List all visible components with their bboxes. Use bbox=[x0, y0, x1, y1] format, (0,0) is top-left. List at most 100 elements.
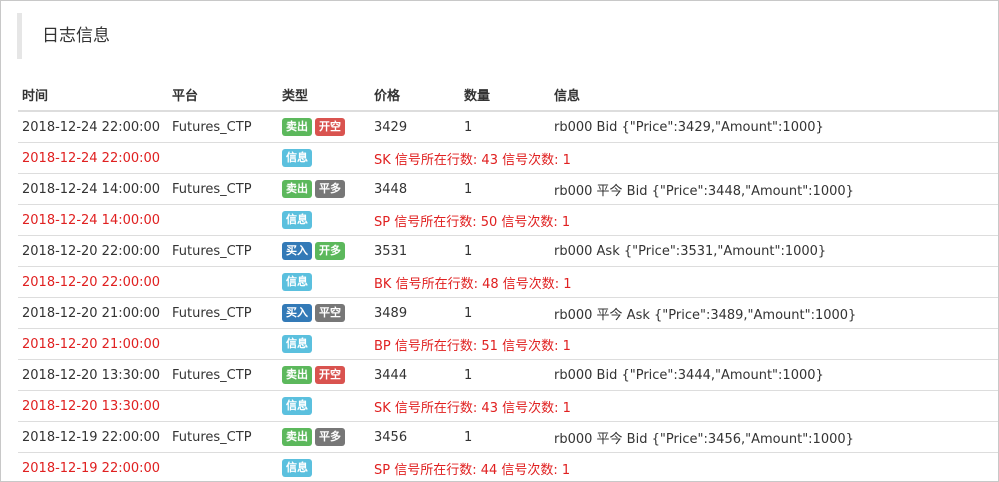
log-time: 2018-12-19 22:00:00 bbox=[18, 452, 168, 481]
log-message: rb000 Ask {"Price":3531,"Amount":1000} bbox=[550, 235, 998, 267]
log-type: 卖出 开空 bbox=[278, 359, 370, 391]
log-type: 卖出 开空 bbox=[278, 111, 370, 143]
log-message: SP 信号所在行数: 50 信号次数: 1 bbox=[370, 204, 998, 236]
log-type: 买入 平空 bbox=[278, 297, 370, 329]
column-header-message: 信息 bbox=[550, 78, 998, 112]
column-header-type: 类型 bbox=[278, 78, 370, 112]
log-info-row: 2018-12-20 22:00:00 信息 BK 信号所在行数: 48 信号次数:… bbox=[18, 266, 998, 298]
direction-badge: 平空 bbox=[315, 304, 345, 322]
direction-badge: 平多 bbox=[315, 428, 345, 446]
log-message: rb000 Bid {"Price":3429,"Amount":1000} bbox=[550, 111, 998, 143]
info-badge: 信息 bbox=[282, 459, 312, 477]
panel-title: 日志信息 bbox=[17, 13, 317, 59]
log-platform: Futures_CTP bbox=[168, 421, 278, 453]
log-type: 信息 bbox=[278, 452, 370, 481]
log-platform: Futures_CTP bbox=[168, 173, 278, 205]
direction-badge: 开空 bbox=[315, 366, 345, 384]
log-price: 3448 bbox=[370, 173, 460, 205]
log-time: 2018-12-20 22:00:00 bbox=[18, 266, 168, 298]
log-message: rb000 平今 Ask {"Price":3489,"Amount":1000… bbox=[550, 297, 998, 329]
column-header-amount: 数量 bbox=[460, 78, 550, 112]
info-badge: 信息 bbox=[282, 335, 312, 353]
log-message: rb000 平今 Bid {"Price":3448,"Amount":1000… bbox=[550, 173, 998, 205]
log-message: SP 信号所在行数: 44 信号次数: 1 bbox=[370, 452, 998, 481]
log-platform bbox=[168, 142, 278, 174]
log-type: 卖出 平多 bbox=[278, 173, 370, 205]
log-time: 2018-12-24 22:00:00 bbox=[18, 142, 168, 174]
log-amount: 1 bbox=[460, 173, 550, 205]
action-badge: 卖出 bbox=[282, 118, 312, 136]
direction-badge: 开多 bbox=[315, 242, 345, 260]
log-platform: Futures_CTP bbox=[168, 111, 278, 143]
log-order-row: 2018-12-19 22:00:00 Futures_CTP 卖出 平多 3456 1 r… bbox=[18, 421, 998, 453]
log-order-row: 2018-12-20 22:00:00 Futures_CTP 买入 开多 3531 1 r… bbox=[18, 235, 998, 267]
log-platform bbox=[168, 452, 278, 481]
log-type: 信息 bbox=[278, 266, 370, 298]
log-time: 2018-12-20 13:30:00 bbox=[18, 390, 168, 422]
log-price: 3489 bbox=[370, 297, 460, 329]
action-badge: 买入 bbox=[282, 304, 312, 322]
column-header-time: 时间 bbox=[18, 78, 168, 112]
action-badge: 卖出 bbox=[282, 366, 312, 384]
log-order-row: 2018-12-20 13:30:00 Futures_CTP 卖出 开空 3444 1 r… bbox=[18, 359, 998, 391]
log-table: 时间 平台 类型 价格 数量 信息 2018-12-24 22:00:00 Fut… bbox=[18, 78, 998, 481]
direction-badge: 开空 bbox=[315, 118, 345, 136]
log-table-body: 2018-12-24 22:00:00 Futures_CTP 卖出 开空 3429 1 r… bbox=[18, 111, 998, 481]
log-platform: Futures_CTP bbox=[168, 359, 278, 391]
log-platform: Futures_CTP bbox=[168, 235, 278, 267]
log-order-row: 2018-12-24 14:00:00 Futures_CTP 卖出 平多 3448 1 r… bbox=[18, 173, 998, 205]
log-panel: 日志信息 时间 平台 类型 价格 数量 信息 2018-12-24 22:00:… bbox=[0, 0, 999, 482]
log-message: BK 信号所在行数: 48 信号次数: 1 bbox=[370, 266, 998, 298]
log-info-row: 2018-12-24 14:00:00 信息 SP 信号所在行数: 50 信号次数:… bbox=[18, 204, 998, 236]
log-type: 买入 开多 bbox=[278, 235, 370, 267]
action-badge: 卖出 bbox=[282, 180, 312, 198]
log-info-row: 2018-12-24 22:00:00 信息 SK 信号所在行数: 43 信号次数:… bbox=[18, 142, 998, 174]
log-type: 信息 bbox=[278, 328, 370, 360]
log-platform bbox=[168, 390, 278, 422]
action-badge: 买入 bbox=[282, 242, 312, 260]
log-message: BP 信号所在行数: 51 信号次数: 1 bbox=[370, 328, 998, 360]
log-price: 3456 bbox=[370, 421, 460, 453]
info-badge: 信息 bbox=[282, 273, 312, 291]
log-time: 2018-12-20 21:00:00 bbox=[18, 328, 168, 360]
log-price: 3429 bbox=[370, 111, 460, 143]
log-info-row: 2018-12-20 21:00:00 信息 BP 信号所在行数: 51 信号次数:… bbox=[18, 328, 998, 360]
log-time: 2018-12-24 14:00:00 bbox=[18, 204, 168, 236]
log-info-row: 2018-12-20 13:30:00 信息 SK 信号所在行数: 43 信号次数:… bbox=[18, 390, 998, 422]
log-price: 3444 bbox=[370, 359, 460, 391]
log-platform bbox=[168, 266, 278, 298]
log-amount: 1 bbox=[460, 235, 550, 267]
log-message: SK 信号所在行数: 43 信号次数: 1 bbox=[370, 142, 998, 174]
log-order-row: 2018-12-24 22:00:00 Futures_CTP 卖出 开空 3429 1 r… bbox=[18, 111, 998, 143]
table-header-row: 时间 平台 类型 价格 数量 信息 bbox=[18, 78, 998, 112]
info-badge: 信息 bbox=[282, 149, 312, 167]
log-time: 2018-12-24 22:00:00 bbox=[18, 111, 168, 143]
action-badge: 卖出 bbox=[282, 428, 312, 446]
log-type: 信息 bbox=[278, 142, 370, 174]
log-time: 2018-12-20 21:00:00 bbox=[18, 297, 168, 329]
log-amount: 1 bbox=[460, 111, 550, 143]
log-platform: Futures_CTP bbox=[168, 297, 278, 329]
column-header-platform: 平台 bbox=[168, 78, 278, 112]
log-message: SK 信号所在行数: 43 信号次数: 1 bbox=[370, 390, 998, 422]
column-header-price: 价格 bbox=[370, 78, 460, 112]
log-type: 卖出 平多 bbox=[278, 421, 370, 453]
log-time: 2018-12-20 13:30:00 bbox=[18, 359, 168, 391]
log-platform bbox=[168, 204, 278, 236]
log-time: 2018-12-20 22:00:00 bbox=[18, 235, 168, 267]
log-order-row: 2018-12-20 21:00:00 Futures_CTP 买入 平空 3489 1 r… bbox=[18, 297, 998, 329]
log-message: rb000 Bid {"Price":3444,"Amount":1000} bbox=[550, 359, 998, 391]
log-time: 2018-12-24 14:00:00 bbox=[18, 173, 168, 205]
log-type: 信息 bbox=[278, 204, 370, 236]
log-message: rb000 平今 Bid {"Price":3456,"Amount":1000… bbox=[550, 421, 998, 453]
info-badge: 信息 bbox=[282, 397, 312, 415]
log-amount: 1 bbox=[460, 297, 550, 329]
log-info-row: 2018-12-19 22:00:00 信息 SP 信号所在行数: 44 信号次数:… bbox=[18, 452, 998, 481]
log-price: 3531 bbox=[370, 235, 460, 267]
log-amount: 1 bbox=[460, 421, 550, 453]
direction-badge: 平多 bbox=[315, 180, 345, 198]
log-type: 信息 bbox=[278, 390, 370, 422]
info-badge: 信息 bbox=[282, 211, 312, 229]
log-amount: 1 bbox=[460, 359, 550, 391]
log-platform bbox=[168, 328, 278, 360]
